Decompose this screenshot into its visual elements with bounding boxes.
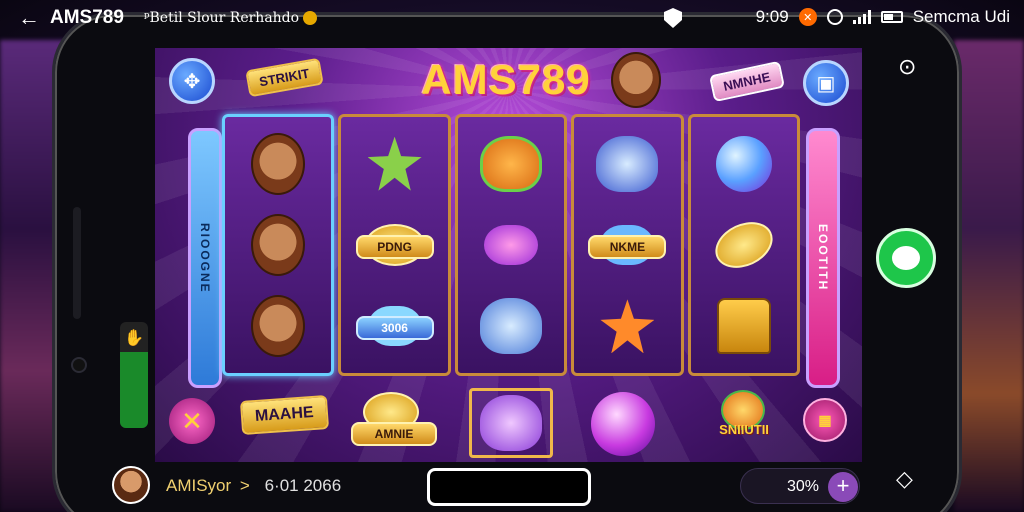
status-indicators: 9:09 ✕ Semcma Udi [756, 7, 1010, 27]
orange-star-symbol [584, 290, 670, 362]
phone-side-button [73, 207, 81, 319]
signal-icon [852, 10, 871, 24]
slot-game-screen[interactable]: ✥ ▣ STRIKIT NMNHE AMS789 RIOOGNE EOOTITH… [155, 48, 862, 462]
chat-button[interactable] [876, 228, 936, 288]
plus-button[interactable]: + [828, 472, 858, 502]
volume-slider[interactable]: ✋ [120, 322, 148, 428]
background-arcade-right [954, 40, 1024, 512]
sword-icon[interactable]: ✕ [169, 398, 215, 444]
coin-symbol: PDNG [352, 209, 438, 281]
crystal-orb-symbol [701, 128, 787, 200]
blue-gem-symbol: 3006 [352, 290, 438, 362]
joystick-button[interactable]: ✥ [169, 58, 215, 104]
tag-icon[interactable]: ◇ [896, 466, 913, 492]
username: AMISyor [166, 476, 232, 495]
app-subtitle: ᵖBetil Slour Rerhahdo [143, 10, 300, 26]
game-logo: AMS789 [421, 56, 591, 103]
volume-fill [120, 351, 148, 428]
bet-input[interactable] [427, 468, 591, 506]
front-camera [71, 357, 87, 373]
back-arrow-icon[interactable]: ← [18, 5, 40, 31]
percent-value: 30% [787, 478, 820, 495]
reel-2: PDNG 3006 [338, 114, 451, 376]
reel-grid: PDNG 3006 NKME [222, 114, 801, 376]
reel-4: NKME [571, 114, 684, 376]
chevron-right-icon: > [239, 476, 250, 495]
user-date: 6·01 2066 [264, 476, 342, 495]
maahe-banner: MAAHE [239, 395, 329, 435]
notification-icon: ✕ [798, 8, 817, 26]
reel-3 [454, 114, 568, 376]
hero-symbol [235, 290, 321, 362]
left-side-panel: RIOOGNE [188, 128, 222, 388]
gamepad-button[interactable]: ▣ [803, 60, 849, 106]
hand-icon: ✋ [124, 330, 144, 347]
user-avatar[interactable] [112, 466, 150, 504]
user-info: AMISyor > 6·01 2066 [166, 476, 341, 496]
mascot-portrait [611, 52, 661, 108]
bonus-button[interactable]: ▦ [803, 398, 847, 442]
blue-gem-symbol: NKME [584, 209, 670, 281]
gold-coin-symbol [701, 209, 787, 281]
hero-symbol [235, 209, 321, 281]
profile-switch-icon[interactable]: ⊙ [898, 54, 916, 80]
battery-icon [880, 11, 903, 23]
alarm-icon [826, 9, 843, 25]
bottom-symbol-row: ✕ MAAHE AMNIE SNIIUTII ▦ [155, 388, 862, 462]
bottom-bar: AMISyor > 6·01 2066 30% + [0, 462, 1024, 512]
clock: 9:09 [755, 7, 789, 26]
blue-cat-symbol [584, 128, 670, 200]
red-gem-symbol [352, 128, 438, 200]
purple-orb-symbol [591, 392, 655, 456]
chat-bubble-icon [892, 246, 920, 270]
carrier-label: Semcma Udi [912, 7, 1010, 26]
app-title: AMS789 [50, 7, 124, 28]
right-side-panel: EOOTITH [806, 128, 840, 388]
orange-cat-symbol [468, 128, 554, 200]
blue-cat-symbol [468, 290, 554, 362]
reel-1 [222, 114, 335, 376]
fruit-symbol: SNIIUTII [697, 390, 791, 456]
purple-gem-symbol [468, 209, 554, 281]
coin-icon [303, 11, 318, 25]
treasure-chest-symbol [701, 290, 787, 362]
purple-cat-symbol [469, 388, 553, 458]
hero-symbol [235, 128, 321, 200]
reel-5 [687, 114, 801, 376]
coin-symbol: AMNIE [351, 392, 437, 454]
